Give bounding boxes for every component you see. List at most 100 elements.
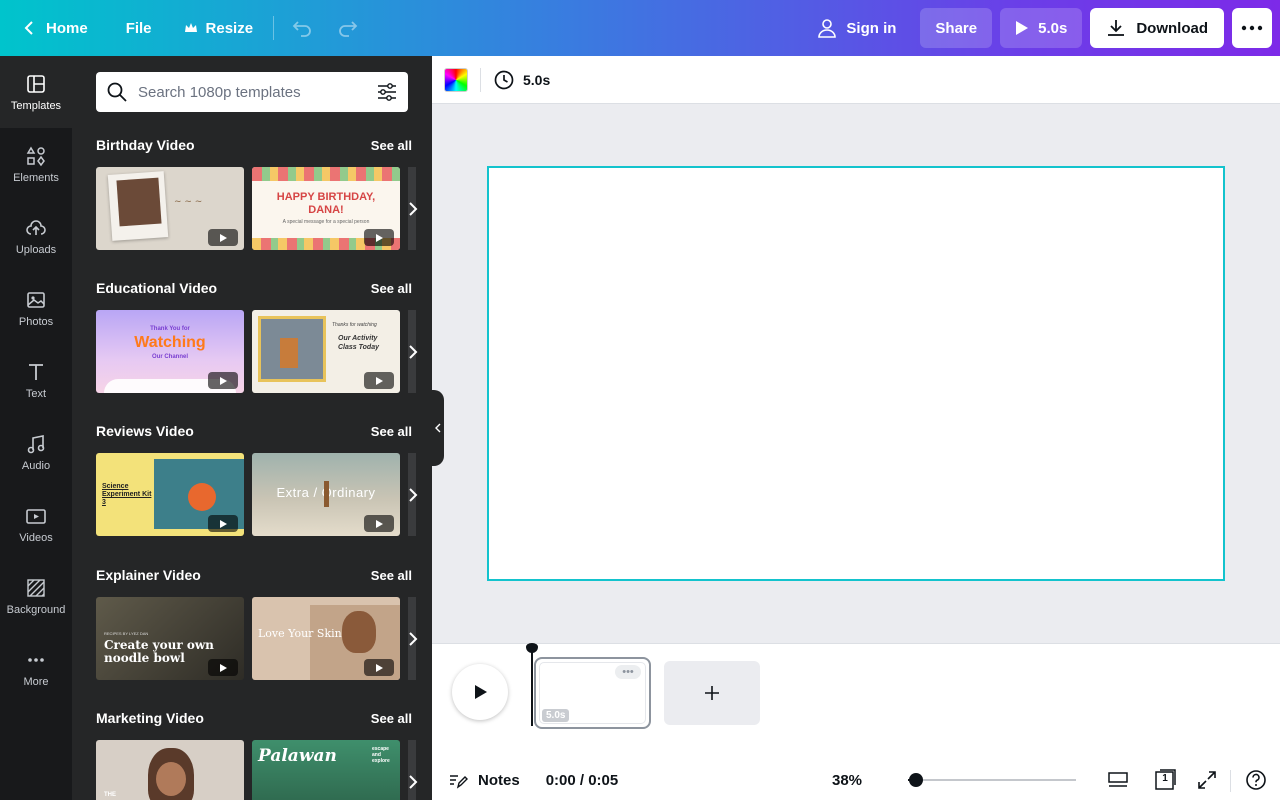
section-title: Educational Video [96,280,218,296]
undo-button[interactable] [282,8,322,48]
thumb-title: Create your own noodle bowl [104,638,214,665]
cloud-upload-icon [26,219,46,235]
see-all-link[interactable]: See all [371,568,412,583]
scroll-right-button[interactable] [402,481,424,509]
chevron-left-icon [24,21,33,35]
redo-button[interactable] [328,8,368,48]
more-horizontal-icon [28,657,44,662]
scroll-right-button[interactable] [402,338,424,366]
template-thumbnail[interactable]: Love Your Skin [252,597,400,680]
nav-text-label: Text [25,387,47,400]
thumb-title: Watching [134,334,206,351]
nav-templates[interactable]: Templates [0,56,72,128]
filter-sliders-icon[interactable] [376,81,398,103]
nav-videos[interactable]: Videos [0,488,72,560]
layout-view-icon [1108,772,1128,787]
section-explainer-video: Explainer Video See all RECIPES BY LYEZ … [96,565,418,680]
thumb-subtitle: Our Channel [151,354,188,360]
sign-in-button[interactable]: Sign in [804,8,908,48]
search-input[interactable] [138,83,366,101]
play-icon [220,233,227,242]
more-options-button[interactable] [1232,8,1272,48]
video-badge [208,372,238,389]
scroll-right-button[interactable] [402,768,424,796]
grid-view-button[interactable] [1106,768,1130,792]
nav-more[interactable]: More [0,632,72,704]
play-icon [376,663,383,672]
template-thumbnail[interactable]: Palawan escape and explore [252,740,400,800]
page-count-button[interactable]: 1 [1153,768,1177,792]
nav-background[interactable]: Background [0,560,72,632]
zoom-percentage[interactable]: 38% [832,772,862,789]
template-thumbnail[interactable]: Science Experiment Kit 3 [96,453,244,536]
section-title: Explainer Video [96,567,201,583]
template-thumbnail[interactable]: THE [96,740,244,800]
see-all-link[interactable]: See all [371,711,412,726]
home-label: Home [46,19,88,37]
see-all-link[interactable]: See all [371,281,412,296]
help-button[interactable] [1244,768,1268,792]
play-icon [376,519,383,528]
clip-more-button[interactable]: ••• [615,665,641,679]
play-icon [220,663,227,672]
more-horizontal-icon [1241,25,1263,31]
timeline-clip[interactable]: ••• 5.0s [534,657,651,729]
page-count-label: 1 [1162,773,1168,784]
collapse-panel-button[interactable] [432,390,444,466]
present-play-button[interactable]: 5.0s [1000,8,1083,48]
add-page-button[interactable] [664,661,760,725]
notes-label: Notes [478,771,520,789]
play-icon [220,376,227,385]
template-thumbnail[interactable]: Thank You for Watching Our Channel [96,310,244,393]
home-button[interactable]: Home [10,8,100,48]
playhead[interactable] [526,643,538,726]
see-all-link[interactable]: See all [371,138,412,153]
nav-elements[interactable]: Elements [0,128,72,200]
thumb-script-text: ~ ~ ~ [174,197,203,207]
nav-audio[interactable]: Audio [0,416,72,488]
nav-more-label: More [23,675,49,688]
templates-panel: Birthday Video See all ~ ~ ~ HAPPY BIRTH… [72,56,432,800]
download-button[interactable]: Download [1090,8,1224,48]
notes-button[interactable]: Notes [448,770,520,790]
nav-text[interactable]: Text [0,344,72,416]
elements-icon [26,146,45,166]
chevron-right-icon [409,775,418,789]
section-title: Reviews Video [96,423,194,439]
template-thumbnail[interactable]: Thanks for watching Our Activity Class T… [252,310,400,393]
template-thumbnail[interactable]: HAPPY BIRTHDAY, DANA! A special message … [252,167,400,250]
resize-button[interactable]: Resize [172,8,266,48]
nav-photos[interactable]: Photos [0,272,72,344]
fullscreen-button[interactable] [1195,768,1219,792]
timeline-play-button[interactable] [452,664,508,720]
play-icon [376,233,383,242]
share-button[interactable]: Share [920,8,993,48]
crown-icon [184,23,197,32]
play-icon [220,519,227,528]
nav-uploads[interactable]: Uploads [0,200,72,272]
background-color-picker[interactable] [444,67,468,92]
scroll-right-button[interactable] [402,195,424,223]
resize-label: Resize [205,19,254,37]
template-thumbnail[interactable]: ~ ~ ~ [96,167,244,250]
download-label: Download [1136,19,1208,37]
zoom-slider-handle[interactable] [909,773,924,787]
chevron-right-icon [409,488,418,502]
template-thumbnail[interactable]: RECIPES BY LYEZ DAN Create your own nood… [96,597,244,680]
nav-elements-label: Elements [13,171,59,184]
scroll-right-button[interactable] [402,625,424,653]
chevron-right-icon [409,202,418,216]
page-duration-label: 5.0s [523,71,551,88]
template-thumbnail[interactable]: Extra / Ordinary [252,453,400,536]
thumb-subtitle: A special message for a special person [282,219,370,225]
text-icon [29,363,43,380]
section-title: Marketing Video [96,710,204,726]
see-all-link[interactable]: See all [371,424,412,439]
templates-icon [27,74,45,93]
page-duration-button[interactable]: 5.0s [493,69,550,91]
chevron-right-icon [409,632,418,646]
nav-videos-label: Videos [19,531,53,544]
file-menu-button[interactable]: File [114,8,164,48]
design-canvas[interactable] [487,166,1225,581]
zoom-slider[interactable] [908,773,1076,787]
